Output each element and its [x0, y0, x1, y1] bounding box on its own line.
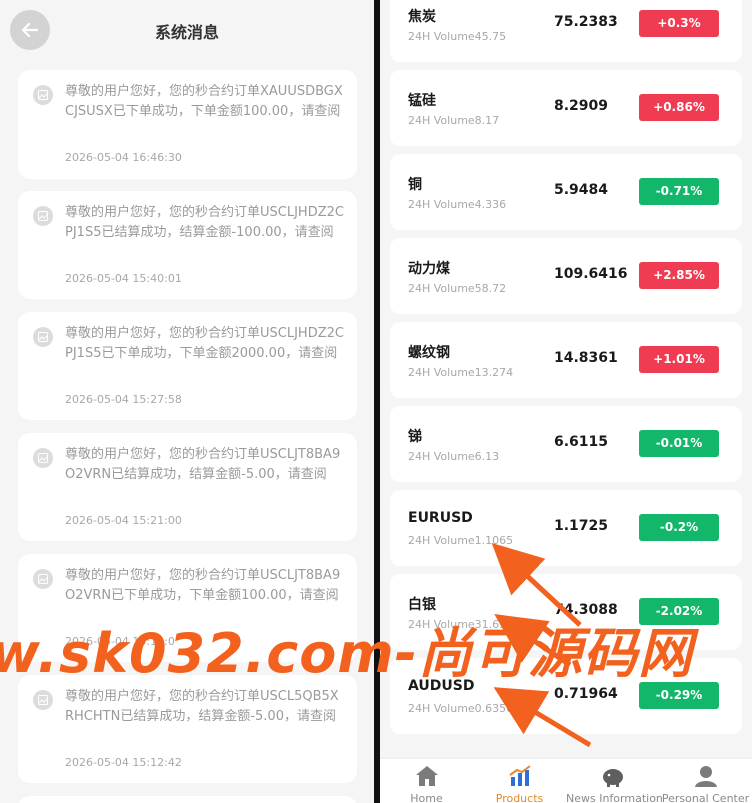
- product-volume: 24H Volume13.274: [408, 366, 514, 379]
- user-icon: [695, 766, 717, 787]
- tab-label: News Information: [566, 792, 663, 803]
- product-row[interactable]: 锰硅 24H Volume8.17 8.2909 +0.86%: [390, 70, 742, 146]
- message-time: 2026-05-04 15:40:01: [65, 272, 182, 285]
- message-card[interactable]: 尊敬的用户您好，您的秒合约订单XAUUSDBGXCJSUSX已下单成功，下单金额…: [18, 70, 357, 179]
- tab-label: Products: [495, 792, 544, 803]
- tab-products[interactable]: Products: [473, 759, 566, 803]
- change-badge: -0.2%: [639, 514, 719, 541]
- product-row[interactable]: 铜 24H Volume4.336 5.9484 -0.71%: [390, 154, 742, 230]
- product-price: 6.6115: [554, 434, 609, 450]
- product-price: 5.9484: [554, 182, 609, 198]
- product-volume: 24H Volume4.336: [408, 198, 507, 211]
- message-icon: [33, 327, 53, 347]
- product-volume: 24H Volume8.17: [408, 114, 500, 127]
- product-volume: 24H Volume58.72: [408, 282, 507, 295]
- change-badge: +1.01%: [639, 346, 719, 373]
- tab-label: Home: [410, 792, 443, 803]
- product-name: 动力煤: [408, 261, 450, 277]
- product-row[interactable]: 动力煤 24H Volume58.72 109.6416 +2.85%: [390, 238, 742, 314]
- product-name: 螺纹钢: [408, 345, 450, 361]
- product-name: 铜: [408, 177, 422, 193]
- product-name: 焦炭: [408, 9, 436, 25]
- product-price: 109.6416: [554, 266, 628, 282]
- message-icon: [33, 206, 53, 226]
- page-title: 系统消息: [154, 23, 219, 42]
- product-volume: 24H Volume1.1065: [408, 534, 514, 547]
- change-badge: -0.71%: [639, 178, 719, 205]
- product-price: 14.8361: [554, 350, 618, 366]
- message-time: 2026-05-04 15:12:42: [65, 756, 182, 769]
- piggy-bank-icon: [603, 769, 623, 787]
- product-price: 8.2909: [554, 98, 609, 114]
- chart-icon: [509, 765, 531, 786]
- message-card[interactable]: 尊敬的用户您好，您的秒合约订单USCLJHDZ2CPJ1S5已下单成功，下单金额…: [18, 312, 357, 420]
- message-icon: [33, 448, 53, 468]
- header: 系统消息: [0, 0, 374, 60]
- product-row[interactable]: 螺纹钢 24H Volume13.274 14.8361 +1.01%: [390, 322, 742, 398]
- message-text: 尊敬的用户您好，您的秒合约订单XAUUSDBGXCJSUSX已下单成功，下单金额…: [65, 84, 343, 119]
- tab-news[interactable]: News Information: [566, 759, 663, 803]
- tab-home[interactable]: Home: [380, 759, 473, 803]
- product-volume: 24H Volume45.75: [408, 30, 507, 43]
- product-price: 75.2383: [554, 14, 618, 30]
- tab-personal[interactable]: Personal Center: [659, 759, 752, 803]
- message-time: 2026-05-04 16:46:30: [65, 151, 182, 164]
- message-icon: [33, 85, 53, 105]
- product-price: 1.1725: [554, 518, 609, 534]
- home-icon: [416, 766, 438, 786]
- change-badge: +0.86%: [639, 94, 719, 121]
- message-card[interactable]: 尊敬的用户您好，您的秒合约订单USCLJT8BA9O2VRN已结算成功，结算金额…: [18, 433, 357, 541]
- tab-label: Personal Center: [661, 792, 750, 803]
- bottom-tab-bar: Home Products News Information Personal …: [380, 758, 752, 803]
- product-row[interactable]: EURUSD 24H Volume1.1065 1.1725 -0.2%: [390, 490, 742, 566]
- message-time: 2026-05-04 15:21:00: [65, 514, 182, 527]
- message-text: 尊敬的用户您好，您的秒合约订单USCLJHDZ2CPJ1S5已结算成功，结算金额…: [65, 205, 344, 240]
- product-volume: 24H Volume6.13: [408, 450, 500, 463]
- product-row[interactable]: 锑 24H Volume6.13 6.6115 -0.01%: [390, 406, 742, 482]
- message-text: 尊敬的用户您好，您的秒合约订单USCLJHDZ2CPJ1S5已下单成功，下单金额…: [65, 326, 344, 361]
- product-volume: 24H Volume0.6356: [408, 702, 514, 715]
- product-name: 锑: [408, 429, 422, 445]
- product-name: 锰硅: [408, 93, 436, 109]
- change-badge: +0.3%: [639, 10, 719, 37]
- product-row[interactable]: 焦炭 24H Volume45.75 75.2383 +0.3%: [390, 0, 742, 62]
- message-card[interactable]: 尊敬的用户您好，您的秒合约订单USCLJHDZ2CPJ1S5已结算成功，结算金额…: [18, 191, 357, 299]
- product-name: 白银: [408, 597, 436, 613]
- watermark: w.sk032.com-尚可源码网: [0, 622, 694, 685]
- change-badge: -0.01%: [639, 430, 719, 457]
- change-badge: +2.85%: [639, 262, 719, 289]
- message-card[interactable]: [18, 796, 357, 803]
- message-text: 尊敬的用户您好，您的秒合约订单USCLJT8BA9O2VRN已下单成功，下单金额…: [65, 568, 341, 603]
- message-time: 2026-05-04 15:27:58: [65, 393, 182, 406]
- message-text: 尊敬的用户您好，您的秒合约订单USCLJT8BA9O2VRN已结算成功，结算金额…: [65, 447, 341, 482]
- message-icon: [33, 569, 53, 589]
- product-name: EURUSD: [408, 510, 473, 526]
